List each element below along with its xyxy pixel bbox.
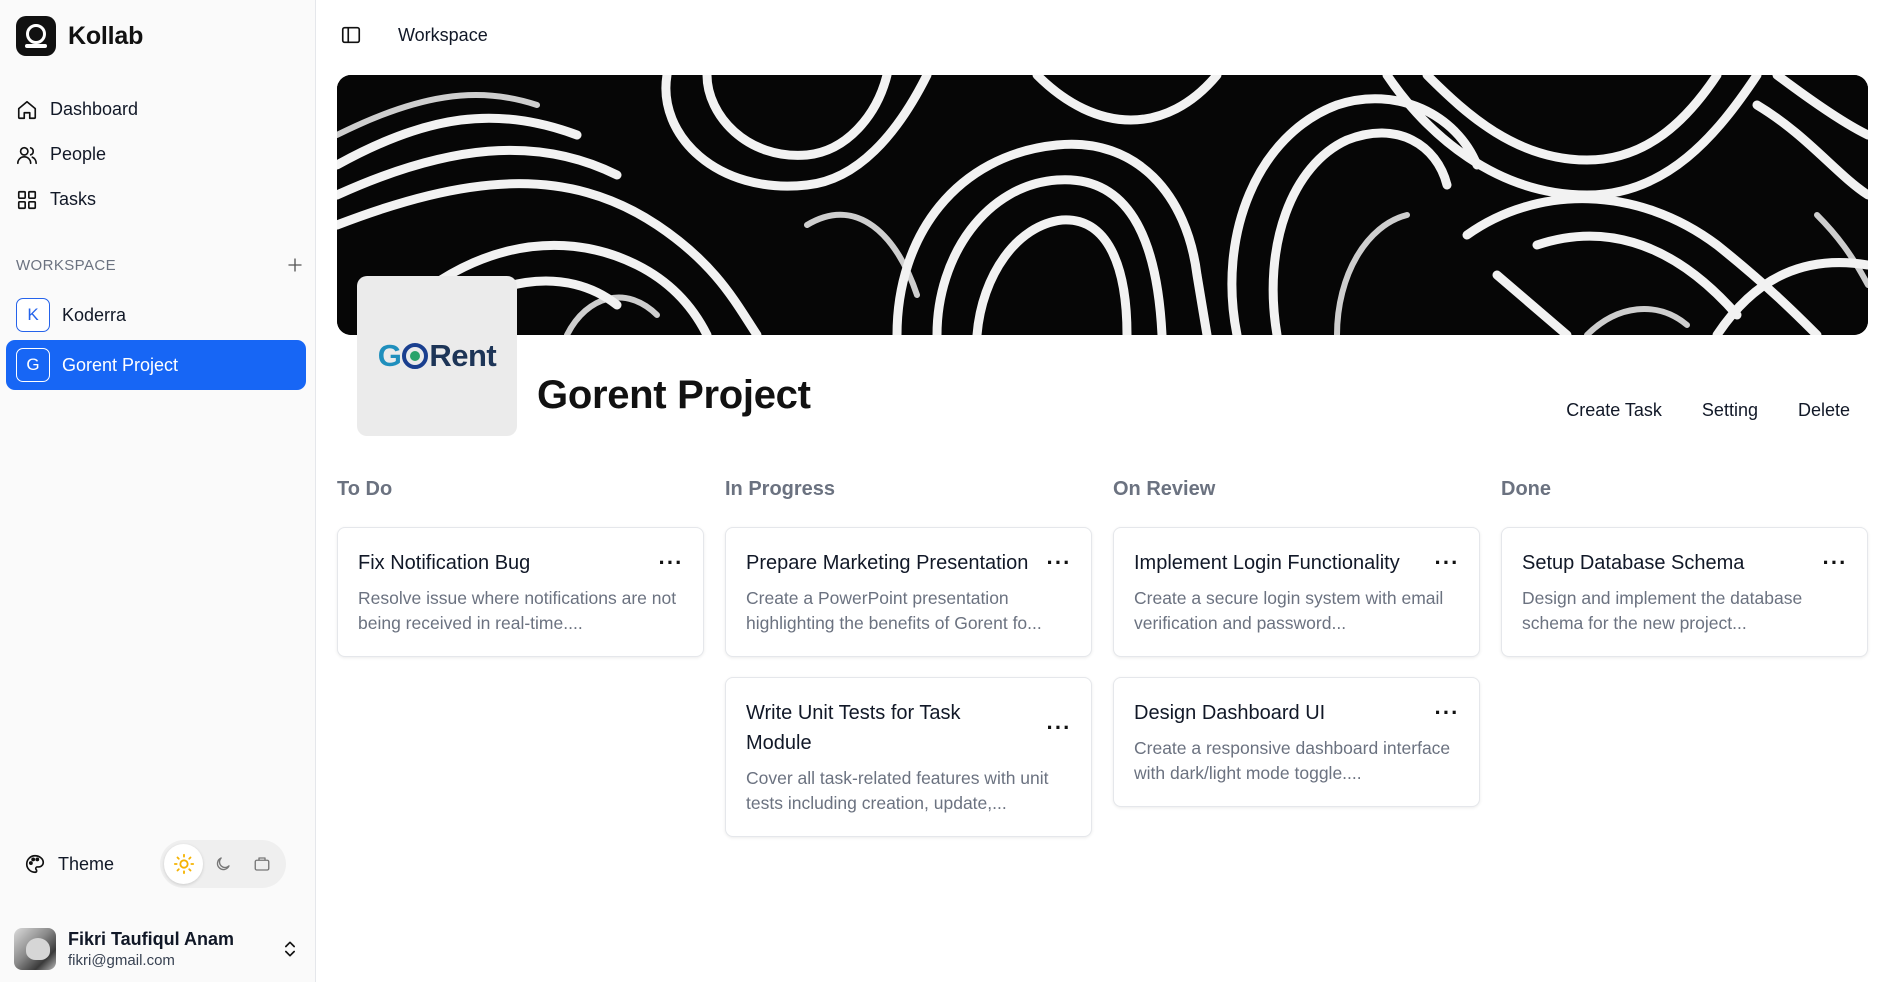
logo-text-rent: Rent [429,338,497,373]
palette-icon [26,854,45,874]
kanban-board: To Do Fix Notification Bug ··· Resolve i… [337,478,1868,857]
user-name: Fikri Taufiqul Anam [68,929,235,949]
nav-item-dashboard[interactable]: Dashboard [6,87,306,132]
more-options-icon[interactable]: ··· [1435,551,1459,575]
sidebar-toggle-icon[interactable] [340,24,362,46]
workspace-name: Koderra [62,304,127,325]
task-card[interactable]: Write Unit Tests for Task Module ··· Cov… [725,677,1092,837]
workspace-item-gorent-project[interactable]: G Gorent Project [6,340,306,390]
page-title: Gorent Project [537,373,811,417]
task-title: Prepare Marketing Presentation [746,552,1029,574]
brand[interactable]: Kollab [16,16,143,56]
cover-art [337,75,1868,335]
task-description: Create a PowerPoint presentation highlig… [746,588,1042,633]
avatar [14,928,56,970]
nav-label: Dashboard [50,99,139,119]
more-options-icon[interactable]: ··· [1047,551,1071,575]
task-card[interactable]: Fix Notification Bug ··· Resolve issue w… [337,527,704,657]
task-description: Cover all task-related features with uni… [746,768,1049,813]
users-icon [17,146,37,164]
task-title: Design Dashboard UI [1134,702,1326,724]
column-title: In Progress [725,478,836,500]
logo-text-g: G [377,338,402,373]
breadcrumb[interactable]: Workspace [398,25,488,46]
kollab-logo-icon [16,16,56,56]
home-icon [17,100,37,119]
task-title: Write Unit Tests for Task Module [746,702,961,754]
task-description: Create a secure login system with email … [1134,588,1444,633]
gorent-logo-icon: G Rent [378,338,497,374]
moon-icon [216,857,230,871]
user-email: fikri@gmail.com [68,952,175,969]
user-profile[interactable]: Fikri Taufiqul Anam fikri@gmail.com [14,928,300,970]
task-card[interactable]: Implement Login Functionality ··· Create… [1113,527,1480,657]
workspace-initial-badge: K [16,298,50,332]
task-card[interactable]: Design Dashboard UI ··· Create a respons… [1113,677,1480,807]
add-workspace-button[interactable] [284,254,306,276]
nav-item-people[interactable]: People [6,132,306,177]
logo-mark [402,343,429,369]
more-options-icon[interactable]: ··· [659,551,683,575]
column-title: Done [1501,478,1551,500]
more-options-icon[interactable]: ··· [1435,701,1459,725]
workspace-section-title: WORKSPACE [16,256,117,274]
plus-icon [288,258,302,272]
app-name: Kollab [68,21,144,50]
task-card[interactable]: Prepare Marketing Presentation ··· Creat… [725,527,1092,657]
workspace-name: Gorent Project [62,354,179,375]
column-title: On Review [1113,478,1216,500]
monitor-icon [254,857,270,871]
task-description: Create a responsive dashboard interface … [1134,738,1451,783]
project-actions: Create Task Setting Delete [1566,400,1850,421]
user-text: Fikri Taufiqul Anam fikri@gmail.com [68,929,268,969]
theme-system-button[interactable] [243,844,282,884]
more-options-icon[interactable]: ··· [1047,716,1071,740]
more-options-icon[interactable]: ··· [1823,551,1847,575]
workspace-initial-badge: G [16,348,50,382]
task-title: Implement Login Functionality [1134,552,1400,574]
project-logo: G Rent [357,276,517,436]
task-title: Fix Notification Bug [358,552,531,574]
workspace-section-header: WORKSPACE [16,254,306,276]
theme-row: Theme [24,840,286,888]
nav-label: People [50,144,107,164]
project-cover-banner [337,75,1868,335]
column-title: To Do [337,478,393,500]
task-title: Setup Database Schema [1522,552,1745,574]
chevron-up-down-icon [285,941,295,957]
theme-dark-button[interactable] [203,844,242,884]
theme-label-group: Theme [24,853,114,875]
sidebar: Kollab Dashboard People Tasks WORKSPACE … [0,0,316,982]
column-to-do: To Do Fix Notification Bug ··· Resolve i… [337,478,704,857]
nav-label: Tasks [50,189,97,209]
column-on-review: On Review Implement Login Functionality … [1113,478,1480,857]
delete-button[interactable]: Delete [1798,400,1850,421]
workspace-list: K Koderra G Gorent Project [6,290,306,390]
main-nav: Dashboard People Tasks [6,87,306,222]
task-description: Design and implement the database schema… [1522,588,1803,633]
task-description: Resolve issue where notifications are no… [358,588,677,633]
grid-icon [17,190,37,209]
theme-label: Theme [58,853,115,874]
create-task-button[interactable]: Create Task [1566,400,1662,421]
task-card[interactable]: Setup Database Schema ··· Design and imp… [1501,527,1868,657]
workspace-item-koderra[interactable]: K Koderra [6,290,306,340]
sun-icon [173,853,194,875]
column-in-progress: In Progress Prepare Marketing Presentati… [725,478,1092,857]
theme-light-button[interactable] [164,844,204,884]
nav-item-tasks[interactable]: Tasks [6,177,306,222]
setting-button[interactable]: Setting [1702,400,1758,421]
column-done: Done Setup Database Schema ··· Design an… [1501,478,1868,857]
top-bar: Workspace [316,0,1880,72]
theme-toggle [160,840,286,888]
